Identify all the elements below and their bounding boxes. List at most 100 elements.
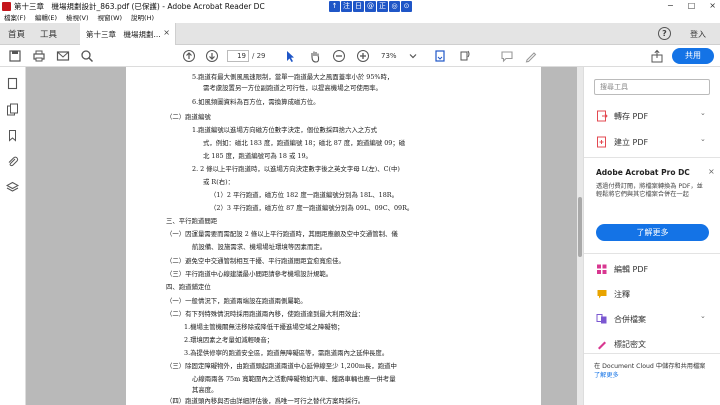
- ime-tool-0[interactable]: ↑: [329, 1, 340, 12]
- tab-bar: 首頁 工具 第十三章 機場規劃... × ? 登入: [0, 23, 720, 45]
- chevron-down-icon[interactable]: [406, 49, 420, 63]
- menu-file[interactable]: 檔案(F): [4, 13, 26, 23]
- doc-line: 或 R(右)：: [203, 178, 235, 186]
- doc-line: 需考慮設置另一方位副跑道之可行性，以提高機場之可使用率。: [203, 84, 382, 92]
- menu-help[interactable]: 說明(H): [131, 13, 154, 23]
- doc-line: 三、平行跑道間距: [166, 217, 218, 225]
- promo-title: Adobe Acrobat Pro DC: [596, 168, 690, 177]
- create-pdf-tool[interactable]: 建立 PDF ⌄: [596, 135, 706, 149]
- select-cursor-icon[interactable]: [283, 49, 297, 63]
- tool-search-input[interactable]: 搜尋工具: [594, 79, 710, 95]
- comment-tool[interactable]: 注釋: [596, 287, 630, 301]
- sign-in-button[interactable]: 登入: [690, 29, 706, 40]
- doc-line: 3.為提供修寧的跑道安全區，跑道無障礙區等，需跑道兩內之延伸長度。: [184, 349, 389, 357]
- menu-bar: 檔案(F) 編輯(E) 檢視(V) 視窗(W) 說明(H): [0, 13, 720, 23]
- tab-tools[interactable]: 工具: [40, 28, 57, 40]
- promo-description: 透過付費訂閱，將檔案轉換為 PDF，並輕鬆將它們與其它檔案合併在一起: [596, 183, 703, 198]
- next-page-icon[interactable]: [205, 49, 219, 63]
- doc-line: 其高度。: [192, 386, 218, 394]
- doc-line: （1）2 平行跑道，磁方位 182 度一跑道編號分別為 18L、18R。: [210, 191, 398, 199]
- maximize-button[interactable]: □: [688, 0, 696, 12]
- doc-line: 式，例如：磁北 183 度，跑道編號 18；磁北 87 度，跑道編號 09；磁: [203, 139, 406, 147]
- doc-line: 1.機場主管機關無法移除或降低干擾進場空域之障礙物；: [184, 323, 344, 331]
- print-icon[interactable]: [32, 49, 46, 63]
- bookmark-icon[interactable]: [6, 129, 19, 142]
- chevron-down-icon: ⌄: [700, 312, 706, 320]
- redact-label: 標記密文: [614, 339, 646, 349]
- close-tab-icon[interactable]: ×: [163, 28, 170, 37]
- ime-tool-1[interactable]: 注: [341, 1, 352, 12]
- ime-tool-4[interactable]: 正: [377, 1, 388, 12]
- doc-line: （三）平行跑道中心線建議最小間距請參考機場設計規範。: [166, 270, 333, 278]
- menu-view[interactable]: 檢視(V): [66, 13, 89, 23]
- doc-line: （四）跑道頭內移與否由詳細評估後，爲唯一可行之替代方案時採行。: [166, 397, 365, 405]
- document-viewer[interactable]: 5.跑道有最大側風風速限制，當單一跑道最大之風面蓋率小於 95%時， 需考慮設置…: [26, 67, 583, 405]
- layers-icon[interactable]: [5, 181, 20, 194]
- title-bar: 第十三章 機場規劃設計_863.pdf (已保護) - Adobe Acroba…: [0, 0, 720, 13]
- save-icon[interactable]: [8, 49, 22, 63]
- combine-files-label: 合併檔案: [614, 314, 646, 324]
- minimize-button[interactable]: −: [667, 0, 674, 12]
- doc-line: （一）因運量需要而需配設 2 條以上平行跑道時，其間距應顧及空中交通管制、儀: [166, 230, 398, 238]
- menu-window[interactable]: 視窗(W): [98, 13, 123, 23]
- rotate-icon[interactable]: [457, 49, 471, 63]
- edit-pdf-tool[interactable]: 編輯 PDF: [596, 262, 648, 276]
- comment-tool-icon: [597, 290, 607, 299]
- acrobat-app-icon: [2, 2, 11, 11]
- learn-more-button[interactable]: 了解更多: [596, 224, 709, 241]
- combine-files-icon: [596, 314, 607, 324]
- copy-icon[interactable]: [6, 103, 19, 116]
- edit-pdf-label: 編輯 PDF: [614, 264, 649, 274]
- previous-page-icon[interactable]: [182, 49, 196, 63]
- help-icon[interactable]: ?: [658, 27, 671, 40]
- ime-tool-5[interactable]: ◎: [389, 1, 400, 12]
- ime-tool-3[interactable]: @: [365, 1, 376, 12]
- zoom-in-icon[interactable]: [356, 49, 370, 63]
- doc-line: 2.環境因素之考量如減輕噪音；: [184, 336, 274, 344]
- email-icon[interactable]: [56, 49, 70, 63]
- sign-pen-icon[interactable]: [524, 49, 538, 63]
- menu-edit[interactable]: 編輯(E): [35, 13, 57, 23]
- ime-tool-6[interactable]: ⊙: [401, 1, 412, 12]
- main-toolbar: 19 / 29 73% 共用: [0, 45, 720, 67]
- redact-tool[interactable]: 標記密文: [596, 337, 646, 351]
- window-controls: − □ ×: [667, 0, 716, 12]
- document-tab-label: 第十三章 機場規劃...: [86, 29, 161, 39]
- hand-tool-icon[interactable]: [308, 49, 322, 63]
- doc-line: （一）一般情況下，跑道兩端設在跑道兩側屬範。: [166, 297, 307, 305]
- page-thumbnails-icon[interactable]: [6, 77, 19, 90]
- divider: [584, 353, 720, 354]
- footer-text: 在 Document Cloud 中儲存和共用檔案: [594, 363, 706, 370]
- chevron-down-icon: ⌄: [700, 135, 706, 143]
- share-button[interactable]: 共用: [672, 48, 714, 64]
- comment-icon[interactable]: [500, 49, 514, 63]
- scrollbar-thumb[interactable]: [578, 197, 582, 257]
- zoom-out-icon[interactable]: [332, 49, 346, 63]
- attachment-icon[interactable]: [6, 155, 19, 168]
- doc-line: 四、跑道鋪定位: [166, 283, 211, 291]
- redact-icon: [598, 341, 606, 350]
- edit-pdf-icon: [597, 264, 607, 274]
- tools-pane: 搜尋工具 轉存 PDF ⌄ 建立 PDF ⌄ Adobe Acrobat Pro…: [583, 67, 720, 405]
- doc-line: 1.跑道編號以進場方向磁方位數字決定，個位數採四捨六入之方式: [192, 126, 378, 134]
- create-pdf-icon: [597, 136, 606, 148]
- left-navigation-rail: [0, 67, 26, 405]
- combine-files-tool[interactable]: 合併檔案 ⌄: [596, 312, 706, 326]
- export-pdf-tool[interactable]: 轉存 PDF ⌄: [596, 109, 706, 123]
- export-pdf-icon: [597, 110, 608, 122]
- tab-home[interactable]: 首頁: [8, 28, 25, 40]
- page-number-input[interactable]: 19: [227, 50, 249, 62]
- close-window-button[interactable]: ×: [709, 0, 716, 12]
- tab-document[interactable]: 第十三章 機場規劃... ×: [80, 23, 176, 45]
- doc-line: 5.跑道有最大側風風速限制，當單一跑道最大之風面蓋率小於 95%時，: [192, 73, 394, 81]
- promo-close-icon[interactable]: ×: [708, 167, 715, 176]
- pdf-page[interactable]: 5.跑道有最大側風風速限制，當單一跑道最大之風面蓋率小於 95%時， 需考慮設置…: [126, 67, 541, 405]
- search-icon[interactable]: [80, 49, 94, 63]
- ime-tool-2[interactable]: 日: [353, 1, 364, 12]
- page-view-icon[interactable]: [433, 49, 447, 63]
- chevron-down-icon: ⌄: [700, 109, 706, 117]
- share-upload-icon[interactable]: [650, 49, 664, 63]
- footer-learn-more-link[interactable]: 了解更多: [594, 371, 714, 380]
- doc-line: （二）有下列特殊情況時採用跑道兩內移，使跑道達到最大利用效益：: [166, 310, 365, 318]
- doc-line: 北 185 度，跑道編號可為 18 或 19。: [203, 152, 312, 160]
